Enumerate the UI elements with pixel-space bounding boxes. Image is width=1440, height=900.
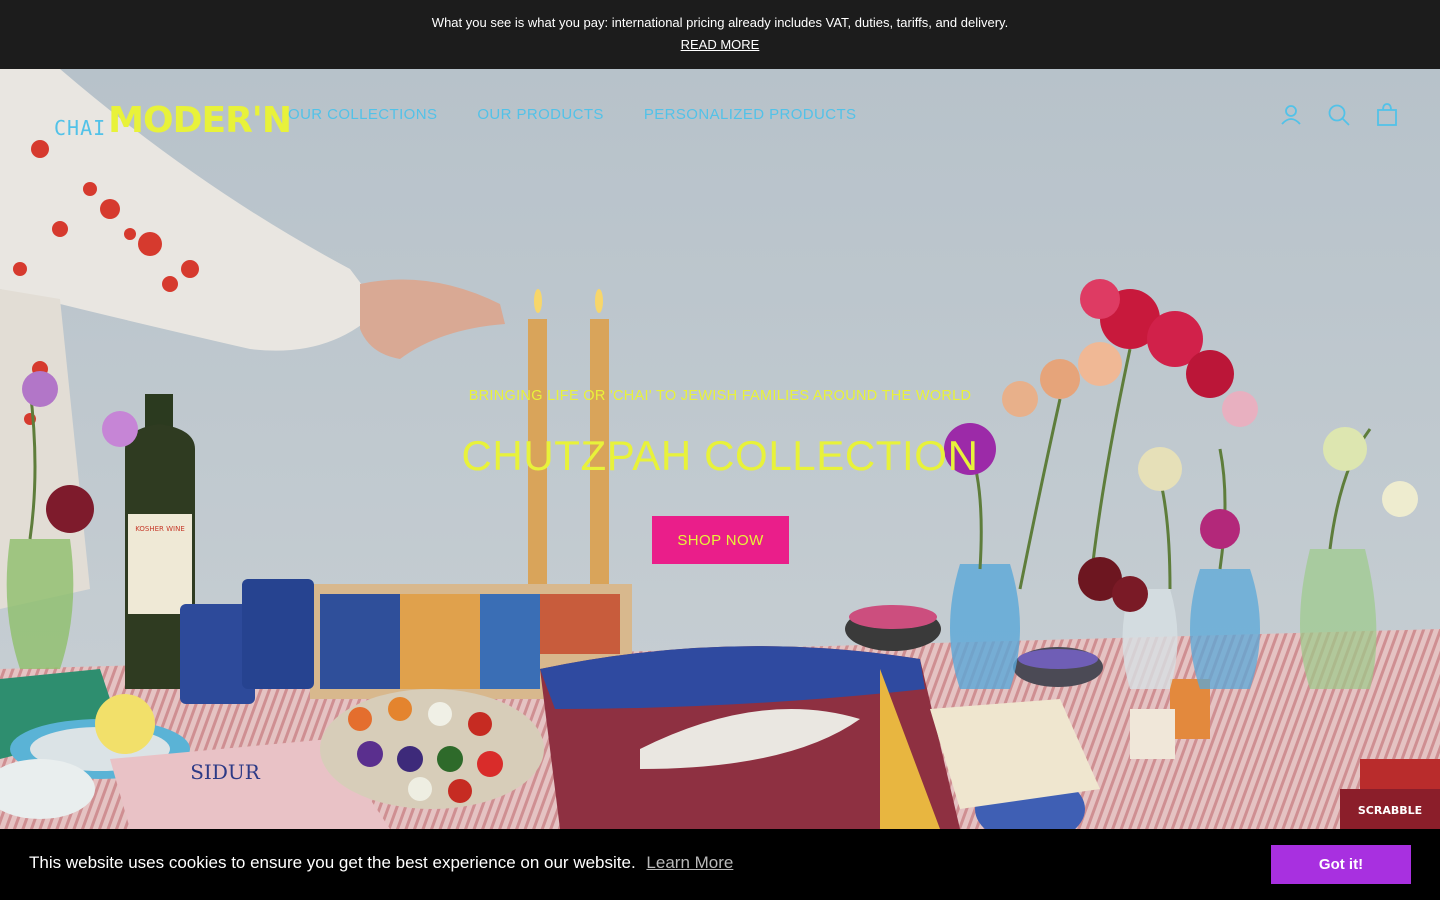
announcement-text: What you see is what you pay: internatio… [431, 15, 1009, 30]
header-icons [1278, 102, 1400, 128]
wine-label-text: KOSHER WINE [135, 525, 185, 533]
hero-title: CHUTZPAH COLLECTION [461, 432, 979, 479]
book-title-text: SIDUR [190, 760, 260, 784]
hero-subtitle: BRINGING LIFE OR 'CHAI' TO JEWISH FAMILI… [468, 388, 972, 404]
cookie-message: This website uses cookies to ensure you … [29, 853, 733, 873]
logo-big-text: MODER'N [108, 100, 292, 141]
account-icon[interactable] [1278, 102, 1304, 128]
shop-now-button[interactable]: SHOP NOW [652, 516, 789, 564]
nav-personalized-products[interactable]: PERSONALIZED PRODUCTS [644, 106, 857, 123]
nav-our-collections[interactable]: OUR COLLECTIONS [288, 106, 437, 123]
nav-our-products[interactable]: OUR PRODUCTS [477, 106, 603, 123]
scrabble-box-text: SCRABBLE [1358, 804, 1422, 817]
cookie-text: This website uses cookies to ensure you … [29, 853, 636, 872]
site-logo[interactable]: CHAI MODER'N [54, 97, 292, 141]
announcement-bar: What you see is what you pay: internatio… [0, 0, 1440, 69]
logo-small-text: CHAI [54, 116, 107, 140]
cart-icon[interactable] [1374, 102, 1400, 128]
main-nav: OUR COLLECTIONS OUR PRODUCTS PERSONALIZE… [288, 106, 856, 123]
search-icon[interactable] [1326, 102, 1352, 128]
learn-more-link[interactable]: Learn More [646, 853, 733, 872]
cookie-accept-button[interactable]: Got it! [1271, 845, 1411, 884]
read-more-link[interactable]: READ MORE [681, 37, 760, 52]
cookie-banner: This website uses cookies to ensure you … [0, 829, 1440, 900]
